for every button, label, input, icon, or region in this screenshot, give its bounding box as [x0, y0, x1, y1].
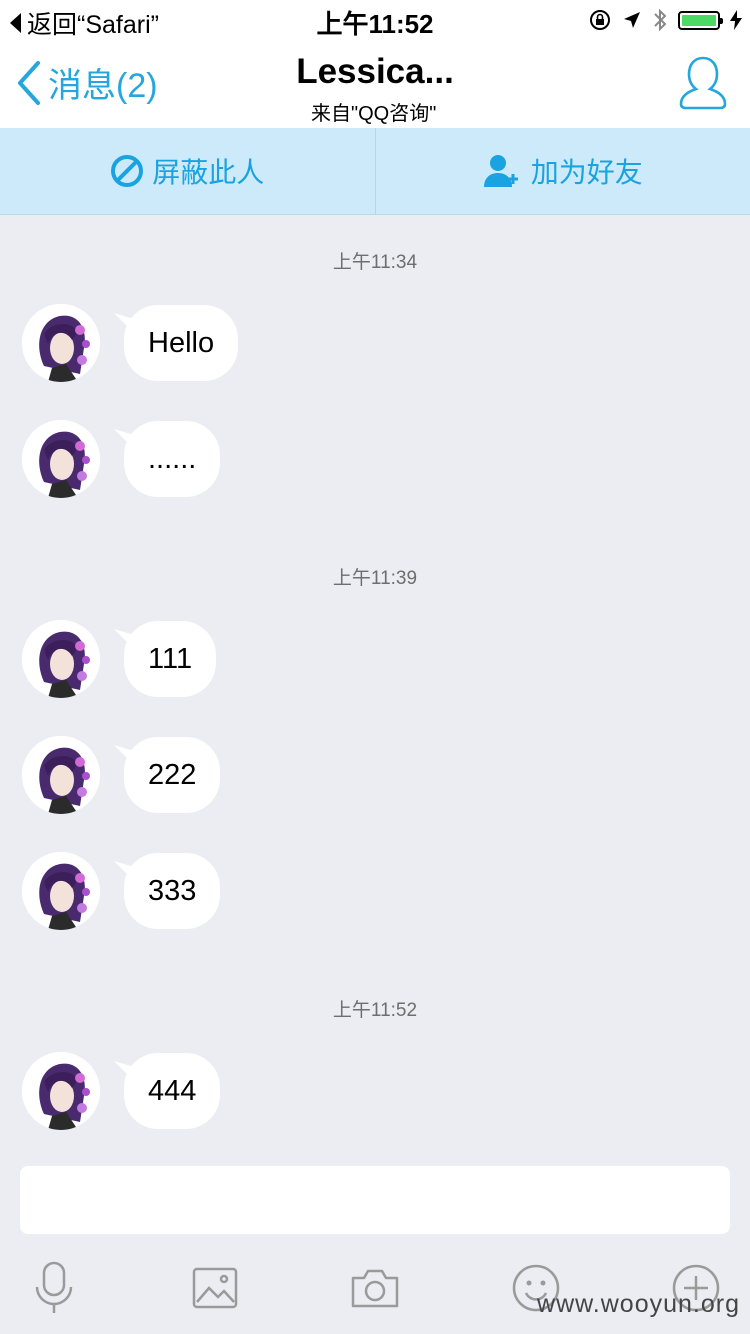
microphone-icon [35, 1261, 73, 1313]
add-friend-button[interactable]: 加为好友 [376, 128, 750, 214]
add-friend-label: 加为好友 [530, 157, 643, 188]
message-input[interactable] [20, 1166, 730, 1234]
image-icon [192, 1267, 238, 1309]
message-row: 111 [22, 620, 217, 698]
action-bar: 屏蔽此人 加为好友 [0, 128, 750, 215]
block-user-button[interactable]: 屏蔽此人 [0, 128, 376, 214]
avatar-portrait-icon [22, 620, 100, 698]
avatar[interactable] [22, 620, 100, 698]
message-bubble[interactable]: 111 [124, 621, 217, 697]
page-subtitle: 来自"QQ咨询" [311, 103, 437, 125]
message-row: Hello [22, 304, 239, 382]
block-icon [111, 155, 144, 187]
avatar[interactable] [22, 420, 100, 498]
charging-icon [730, 10, 742, 30]
block-user-label: 屏蔽此人 [152, 157, 265, 188]
avatar[interactable] [22, 736, 100, 814]
avatar[interactable] [22, 304, 100, 382]
bluetooth-icon [654, 8, 667, 32]
input-toolbar [0, 1244, 750, 1334]
avatar-portrait-icon [22, 420, 100, 498]
nav-bar: 消息(2) Lessica... 来自"QQ咨询" [0, 40, 750, 128]
avatar-portrait-icon [22, 304, 100, 382]
message-row: ...... [22, 420, 221, 498]
voice-button[interactable] [24, 1258, 84, 1318]
avatar[interactable] [22, 1052, 100, 1130]
avatar-portrait-icon [22, 852, 100, 930]
avatar-portrait-icon [22, 1052, 100, 1130]
location-icon [624, 12, 640, 28]
person-icon [679, 56, 727, 110]
orientation-lock-icon [590, 10, 610, 30]
watermark: www.wooyun.org [537, 1290, 740, 1318]
avatar[interactable] [22, 852, 100, 930]
message-bubble[interactable]: Hello [124, 305, 239, 381]
message-bubble[interactable]: 333 [124, 853, 221, 929]
message-row: 333 [22, 852, 221, 930]
photo-button[interactable] [185, 1258, 245, 1318]
message-bubble[interactable]: ...... [124, 421, 221, 497]
chat-timestamp: 上午11:52 [332, 1000, 418, 1021]
chat-timestamp: 上午11:34 [332, 252, 418, 273]
message-row: 444 [22, 1052, 221, 1130]
camera-button[interactable] [345, 1258, 405, 1318]
message-bubble[interactable]: 444 [124, 1053, 221, 1129]
status-bar: 返回“Safari” 上午11:52 [0, 0, 750, 40]
add-person-icon [483, 155, 518, 187]
message-row: 222 [22, 736, 221, 814]
avatar-portrait-icon [22, 736, 100, 814]
page-title: Lessica... [296, 52, 454, 91]
chat-timestamp: 上午11:39 [332, 568, 418, 589]
message-bubble[interactable]: 222 [124, 737, 221, 813]
battery-icon [678, 10, 723, 30]
camera-icon [351, 1269, 399, 1308]
profile-button[interactable] [678, 54, 728, 117]
